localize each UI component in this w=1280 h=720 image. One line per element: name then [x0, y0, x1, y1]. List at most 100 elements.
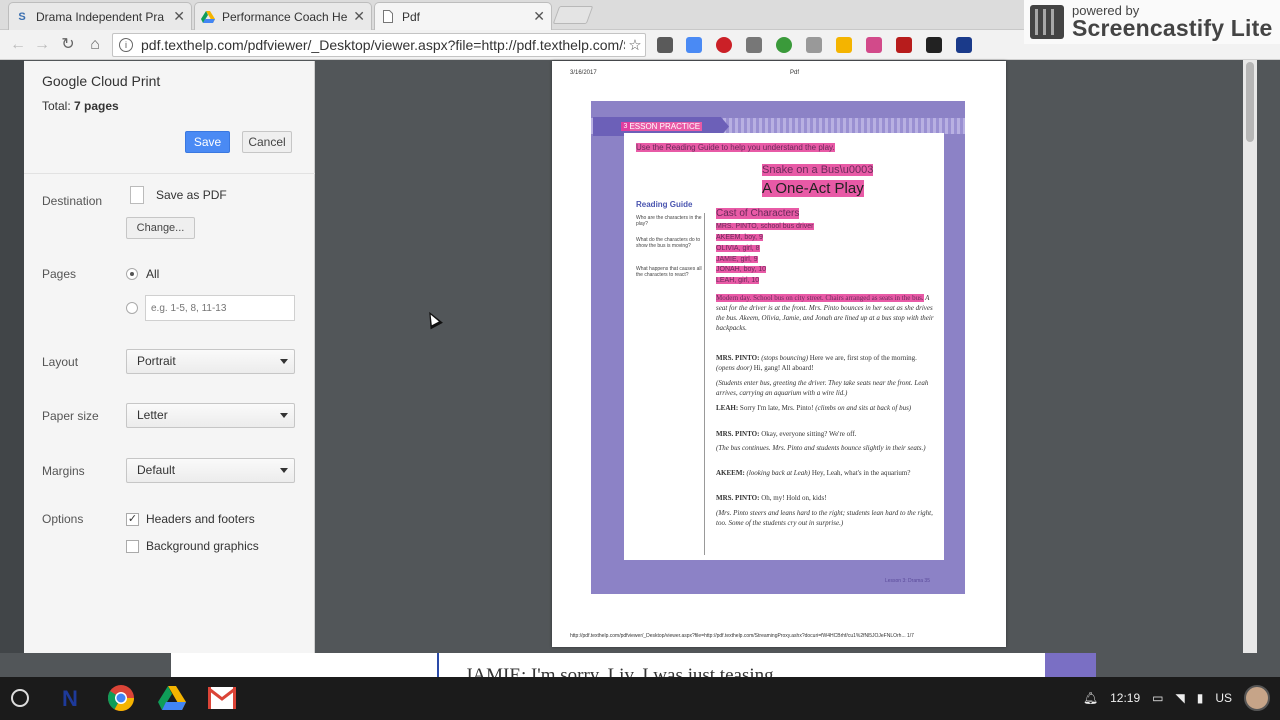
guide-question: Who are the characters in the play? — [636, 215, 702, 227]
wifi-icon: ◥ — [1175, 691, 1185, 705]
background-text: JAMIE: I'm sorry, Liv. I was just teasin… — [465, 665, 779, 677]
extension-icon[interactable] — [746, 37, 762, 53]
paper-size-label: Paper size — [42, 409, 99, 423]
print-dialog: Google Cloud Print Total: 7 pages Save C… — [24, 61, 315, 653]
new-tab-button[interactable] — [552, 6, 594, 24]
screen-icon: ▭ — [1152, 691, 1164, 705]
chevron-down-icon — [280, 413, 288, 418]
column-divider — [704, 213, 705, 555]
info-icon[interactable]: i — [119, 38, 133, 52]
destination-label: Destination — [42, 194, 103, 208]
extension-icon[interactable] — [776, 37, 792, 53]
script-line: LEAH: Sorry I'm late, Mrs. Pinto! (climb… — [716, 404, 912, 412]
avatar[interactable] — [1244, 685, 1270, 711]
change-destination-button[interactable]: Change... — [126, 217, 195, 239]
preview-header-date: 3/16/2017 — [570, 70, 597, 76]
screencastify-watermark: powered by Screencastify Lite — [1024, 0, 1280, 44]
extension-icon[interactable] — [956, 37, 972, 53]
tab-title: Performance Coach Hel — [222, 9, 348, 24]
background-graphics-label: Background graphics — [146, 539, 259, 553]
script-line: MRS. PINTO: Oh, my! Hold on, kids! — [716, 494, 827, 502]
cast-member: OLIVIA, girl, 8 — [716, 245, 760, 252]
stage-setting: Modern day. School bus on city street. C… — [716, 294, 934, 332]
extension-icon[interactable] — [926, 37, 942, 53]
page-footer: Lesson 3: Drama 35 — [884, 578, 930, 584]
extension-icon[interactable] — [866, 37, 882, 53]
script-line: MRS. PINTO: (stops bouncing) Here we are… — [716, 354, 917, 372]
clock: 12:19 — [1110, 691, 1141, 705]
gmail-icon[interactable] — [208, 684, 236, 712]
pinterest-icon[interactable] — [716, 37, 732, 53]
back-icon[interactable]: ← — [8, 35, 28, 55]
page-background — [0, 60, 24, 653]
preview-header-title: Pdf — [790, 70, 800, 76]
chrome-icon[interactable] — [107, 684, 135, 712]
pages-all-radio[interactable] — [126, 268, 138, 280]
page-icon — [381, 10, 395, 24]
cast-member: JAMIE, girl, 9 — [716, 256, 758, 263]
tab-pdf[interactable]: Pdf ✕ — [374, 2, 552, 30]
headers-footers-label: Headers and footers — [146, 512, 255, 526]
margins-label: Margins — [42, 464, 85, 478]
margin-bar — [437, 653, 439, 677]
tab-drama[interactable]: S Drama Independent Pra ✕ — [8, 2, 192, 30]
extension-icon[interactable] — [836, 37, 852, 53]
svg-text:N: N — [62, 686, 78, 711]
close-icon[interactable]: ✕ — [173, 8, 185, 25]
cancel-button[interactable]: Cancel — [242, 131, 292, 153]
cast-member: LEAH, girl, 10 — [716, 277, 760, 284]
paper-size-select[interactable]: Letter — [126, 403, 295, 428]
lesson-tag-text: LESSON PRACTICE — [623, 122, 703, 131]
scrollbar-thumb[interactable] — [1246, 62, 1254, 142]
star-icon[interactable]: ☆ — [625, 36, 645, 54]
address-bar[interactable]: i pdf.texthelp.com/pdfviewer/_Desktop/vi… — [112, 33, 646, 57]
translate-icon[interactable] — [686, 37, 702, 53]
save-button[interactable]: Save — [185, 131, 230, 153]
document-icon — [130, 186, 144, 204]
options-label: Options — [42, 512, 84, 526]
extension-icon[interactable] — [896, 37, 912, 53]
layout-value: Portrait — [137, 354, 176, 368]
guide-question: What happens that causes all the charact… — [636, 266, 702, 278]
margins-select[interactable]: Default — [126, 458, 295, 483]
pages-custom-radio[interactable] — [126, 302, 138, 314]
play-subtitle: Snake on a Bus\u0003 — [762, 164, 874, 176]
home-icon[interactable]: ⌂ — [85, 35, 105, 55]
script-line: (The bus continues. Mrs. Pinto and stude… — [716, 444, 926, 452]
keyboard-layout: US — [1215, 691, 1232, 705]
close-icon[interactable]: ✕ — [353, 8, 365, 25]
vertical-scrollbar[interactable] — [1243, 60, 1257, 653]
extension-icon[interactable] — [657, 37, 673, 53]
script-line: (Students enter bus, greeting the driver… — [716, 379, 929, 397]
reload-icon[interactable]: ↻ — [58, 35, 78, 55]
drive-icon[interactable] — [158, 684, 186, 712]
headers-footers-checkbox[interactable]: ✓ — [126, 513, 139, 526]
guide-question: What do the characters do to show the bu… — [636, 237, 701, 249]
margins-value: Default — [137, 463, 176, 477]
status-tray[interactable]: 🔔︎ 12:19 ▭ ◥ ▮ US — [1083, 680, 1280, 716]
instructions: Use the Reading Guide to help you unders… — [636, 143, 835, 152]
pages-range-input[interactable] — [145, 295, 295, 321]
forward-icon[interactable]: → — [32, 35, 52, 55]
tab-title: Drama Independent Pra — [36, 9, 165, 24]
background-graphics-checkbox[interactable] — [126, 540, 139, 553]
tab-title: Pdf — [402, 9, 421, 24]
layout-select[interactable]: Portrait — [126, 349, 295, 374]
chevron-down-icon — [280, 359, 288, 364]
pages-all-label: All — [146, 267, 160, 281]
cast-member: JONAH, boy, 10 — [716, 266, 767, 273]
lesson-content: Use the Reading Guide to help you unders… — [624, 133, 944, 560]
tab-performance-coach[interactable]: Performance Coach Hel ✕ — [194, 2, 372, 30]
lesson-frame: 3 LESSON PRACTICE Use the Reading Guide … — [591, 101, 965, 594]
close-icon[interactable]: ✕ — [533, 8, 545, 25]
dialog-title: Google Cloud Print — [42, 73, 161, 89]
chevron-down-icon — [280, 468, 288, 473]
background-decoration — [1045, 653, 1096, 677]
layout-label: Layout — [42, 355, 79, 369]
scissors-icon[interactable] — [806, 37, 822, 53]
launcher-icon[interactable] — [11, 689, 29, 707]
notification-icon[interactable]: 🔔︎ — [1083, 691, 1098, 705]
watermark-line2: Screencastify Lite — [1072, 15, 1273, 41]
script-line: AKEEM: (looking back at Leah) Hey, Leah,… — [716, 469, 911, 477]
n-app-icon[interactable]: N — [56, 684, 84, 712]
